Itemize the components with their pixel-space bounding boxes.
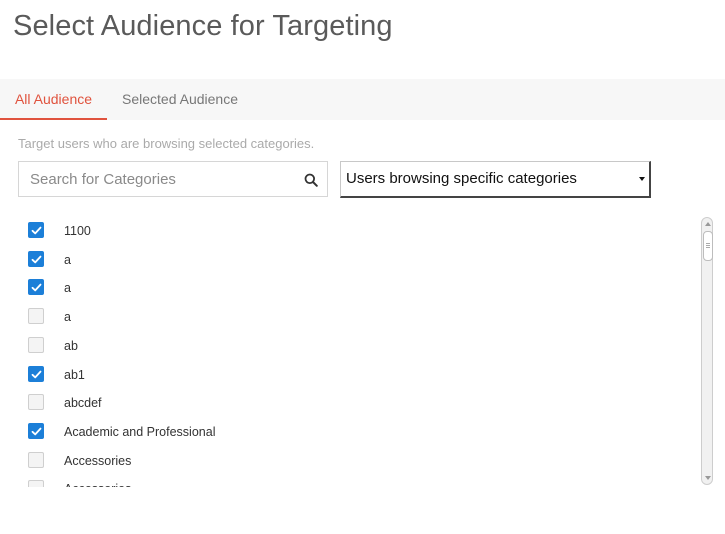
category-item[interactable]: abcdef xyxy=(18,389,678,417)
category-label: Accessories xyxy=(64,454,132,468)
scrollbar-thumb[interactable] xyxy=(703,231,713,261)
chevron-down-icon xyxy=(639,177,645,181)
category-item[interactable]: a xyxy=(18,246,678,274)
grip-line xyxy=(706,247,710,248)
checkmark-icon xyxy=(31,255,42,264)
category-item[interactable]: ab1 xyxy=(18,361,678,389)
hint-text: Target users who are browsing selected c… xyxy=(18,136,315,151)
search-box xyxy=(18,161,328,197)
grip-line xyxy=(706,245,710,246)
checkmark-icon xyxy=(31,283,42,292)
category-item[interactable]: ab xyxy=(18,332,678,360)
category-checkbox[interactable] xyxy=(28,480,44,487)
category-label: a xyxy=(64,281,71,295)
category-checkbox[interactable] xyxy=(28,394,44,410)
category-checkbox[interactable] xyxy=(28,337,44,353)
category-checkbox[interactable] xyxy=(28,452,44,468)
grip-line xyxy=(706,243,710,244)
category-item[interactable]: Accessories xyxy=(18,447,678,475)
category-checkbox[interactable] xyxy=(28,366,44,382)
scrollbar[interactable] xyxy=(701,217,713,485)
checkmark-icon xyxy=(31,370,42,379)
search-icon[interactable] xyxy=(304,173,318,187)
category-checkbox[interactable] xyxy=(28,423,44,439)
tab-bar: All Audience Selected Audience xyxy=(0,79,725,120)
checkmark-icon xyxy=(31,427,42,436)
category-label: a xyxy=(64,310,71,324)
category-list: 1100 a a a ab ab1 abcdef Academic and Professio… xyxy=(18,217,715,487)
category-item[interactable]: a xyxy=(18,303,678,331)
scroll-down-arrow-icon[interactable] xyxy=(705,476,711,480)
category-label: a xyxy=(64,253,71,267)
category-label: Accessories xyxy=(64,482,131,487)
tab-all-audience[interactable]: All Audience xyxy=(0,79,107,120)
category-label: ab1 xyxy=(64,368,85,382)
category-item[interactable]: a xyxy=(18,274,678,302)
audience-type-select[interactable]: Users browsing specific categories xyxy=(340,161,651,198)
page-title: Select Audience for Targeting xyxy=(13,10,393,42)
category-item[interactable]: Accessories xyxy=(18,475,678,487)
checkmark-icon xyxy=(31,226,42,235)
category-label: abcdef xyxy=(64,396,102,410)
category-item[interactable]: 1100 xyxy=(18,217,678,245)
category-checkbox[interactable] xyxy=(28,222,44,238)
audience-type-value: Users browsing specific categories xyxy=(346,170,577,187)
category-item[interactable]: Academic and Professional xyxy=(18,418,678,446)
category-label: ab xyxy=(64,339,78,353)
category-checkbox[interactable] xyxy=(28,279,44,295)
category-label: 1100 xyxy=(64,224,91,238)
category-checkbox[interactable] xyxy=(28,308,44,324)
tab-selected-audience[interactable]: Selected Audience xyxy=(122,79,238,118)
category-label: Academic and Professional xyxy=(64,425,216,439)
scroll-up-arrow-icon[interactable] xyxy=(705,222,711,226)
category-checkbox[interactable] xyxy=(28,251,44,267)
search-input[interactable] xyxy=(19,162,300,196)
